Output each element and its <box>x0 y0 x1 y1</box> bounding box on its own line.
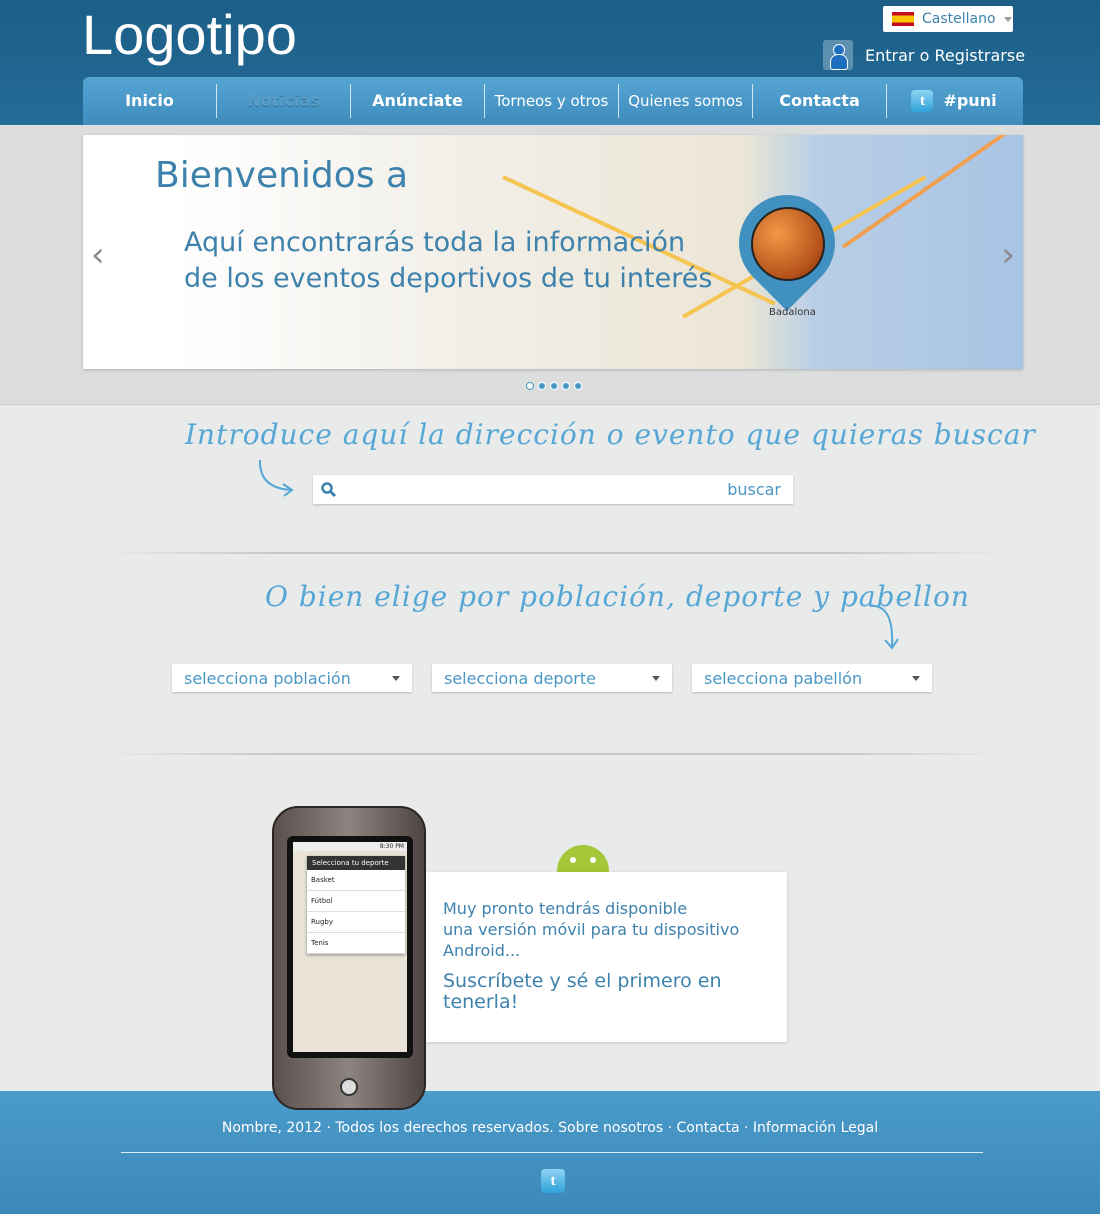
search-input[interactable] <box>343 481 728 498</box>
nav-anunciate[interactable]: Anúnciate <box>351 84 485 118</box>
nav-torneos[interactable]: Torneos y otros <box>485 84 619 118</box>
footer-link-contact[interactable]: Contacta <box>676 1120 739 1136</box>
search-heading: Introduce aquí la dirección o evento que… <box>185 418 1036 451</box>
nav-quienes-somos[interactable]: Quienes somos <box>619 84 753 118</box>
map-road <box>841 135 1008 249</box>
chevron-down-icon <box>912 675 920 681</box>
spain-flag-icon <box>892 12 914 26</box>
hero-slider: Bienvenidos a Aquí encontrarás toda la i… <box>83 135 1023 369</box>
slide-dot[interactable] <box>526 382 534 390</box>
slide-dot[interactable] <box>550 382 558 390</box>
footer-link-about[interactable]: Sobre nosotros <box>558 1120 663 1136</box>
nav-contacta[interactable]: Contacta <box>753 84 887 118</box>
banner-subtitle-line: Aquí encontrarás toda la información <box>184 227 686 258</box>
select-label: selecciona población <box>184 668 351 688</box>
nav-noticias[interactable]: Noticias <box>217 84 351 118</box>
phone-mockup: 8:30 PM Selecciona tu deporte Basket Fút… <box>272 806 426 1110</box>
banner-title: Bienvenidos a <box>155 155 409 196</box>
copyright: Nombre, 2012 · Todos los derechos reserv… <box>221 1120 554 1136</box>
nav-twitter[interactable]: t #puni <box>887 84 1021 118</box>
promo-text: Muy pronto tendrás disponible una versión… <box>443 898 770 961</box>
slide-dot[interactable] <box>538 382 546 390</box>
phone-screen: 8:30 PM Selecciona tu deporte Basket Fút… <box>287 836 413 1058</box>
language-selector[interactable]: Castellano <box>883 6 1013 32</box>
twitter-label: #puni <box>943 91 997 110</box>
sport-option: Tenis <box>307 933 405 954</box>
select-label: selecciona pabellón <box>704 668 863 688</box>
footer-divider <box>121 1152 983 1153</box>
android-icon <box>557 845 609 872</box>
subscribe-cta[interactable]: Suscríbete y sé el primero en tenerla! <box>443 971 770 1013</box>
main-nav: Inicio Noticias Anúnciate Torneos y otro… <box>83 77 1023 125</box>
sport-dialog: Selecciona tu deporte Basket Fútbol Rugb… <box>307 856 405 954</box>
footer-links: Nombre, 2012 · Todos los derechos reserv… <box>221 1120 879 1136</box>
phone-map: 8:30 PM Selecciona tu deporte Basket Fút… <box>293 842 407 1052</box>
dialog-title: Selecciona tu deporte <box>307 856 405 870</box>
filter-heading: O bien elige por población, deporte y pa… <box>265 580 970 613</box>
twitter-icon[interactable]: t <box>541 1169 565 1193</box>
prev-slide-arrow-icon[interactable]: ‹ <box>91 235 105 275</box>
sport-option: Rugby <box>307 912 405 933</box>
language-label: Castellano <box>922 11 996 27</box>
sport-option: Fútbol <box>307 891 405 912</box>
poblacion-select[interactable]: selecciona población <box>172 664 412 692</box>
map-label: Badalona <box>769 307 816 318</box>
promo-line: una versión móvil para tu dispositivo <box>443 920 740 939</box>
footer-link-legal[interactable]: Información Legal <box>753 1120 878 1136</box>
divider <box>105 753 1005 755</box>
curved-arrow-icon <box>869 604 899 650</box>
divider <box>105 552 1005 554</box>
slider-dots <box>526 382 582 390</box>
search-bar: buscar <box>313 475 793 504</box>
sport-option: Basket <box>307 870 405 891</box>
curved-arrow-icon <box>258 459 294 497</box>
slide-dot[interactable] <box>574 382 582 390</box>
login-label: Entrar o Registrarse <box>865 45 1026 65</box>
promo-line: Android... <box>443 941 521 960</box>
slide-dot[interactable] <box>562 382 570 390</box>
basketball-icon <box>751 207 825 281</box>
next-slide-arrow-icon[interactable]: › <box>1001 235 1015 275</box>
user-icon <box>823 40 853 70</box>
search-button[interactable]: buscar <box>727 480 781 499</box>
twitter-icon: t <box>911 90 934 112</box>
phone-status-bar: 8:30 PM <box>293 842 407 851</box>
nav-inicio[interactable]: Inicio <box>83 84 217 118</box>
banner-subtitle-line: de los eventos deportivos de tu interés <box>184 263 713 294</box>
pabellon-select[interactable]: selecciona pabellón <box>692 664 932 692</box>
chevron-down-icon <box>652 675 660 681</box>
logo[interactable]: Logotipo <box>82 2 297 67</box>
chevron-down-icon <box>392 675 400 681</box>
mobile-promo-card: Muy pronto tendrás disponible una versión… <box>426 872 787 1042</box>
promo-line: Muy pronto tendrás disponible <box>443 899 688 918</box>
select-label: selecciona deporte <box>444 668 596 688</box>
login-link[interactable]: Entrar o Registrarse <box>823 40 1025 70</box>
deporte-select[interactable]: selecciona deporte <box>432 664 672 692</box>
banner-subtitle: Aquí encontrarás toda la información de l… <box>184 225 712 297</box>
phone-home-button <box>340 1078 358 1096</box>
search-icon <box>321 481 337 497</box>
chevron-down-icon <box>1003 16 1012 22</box>
